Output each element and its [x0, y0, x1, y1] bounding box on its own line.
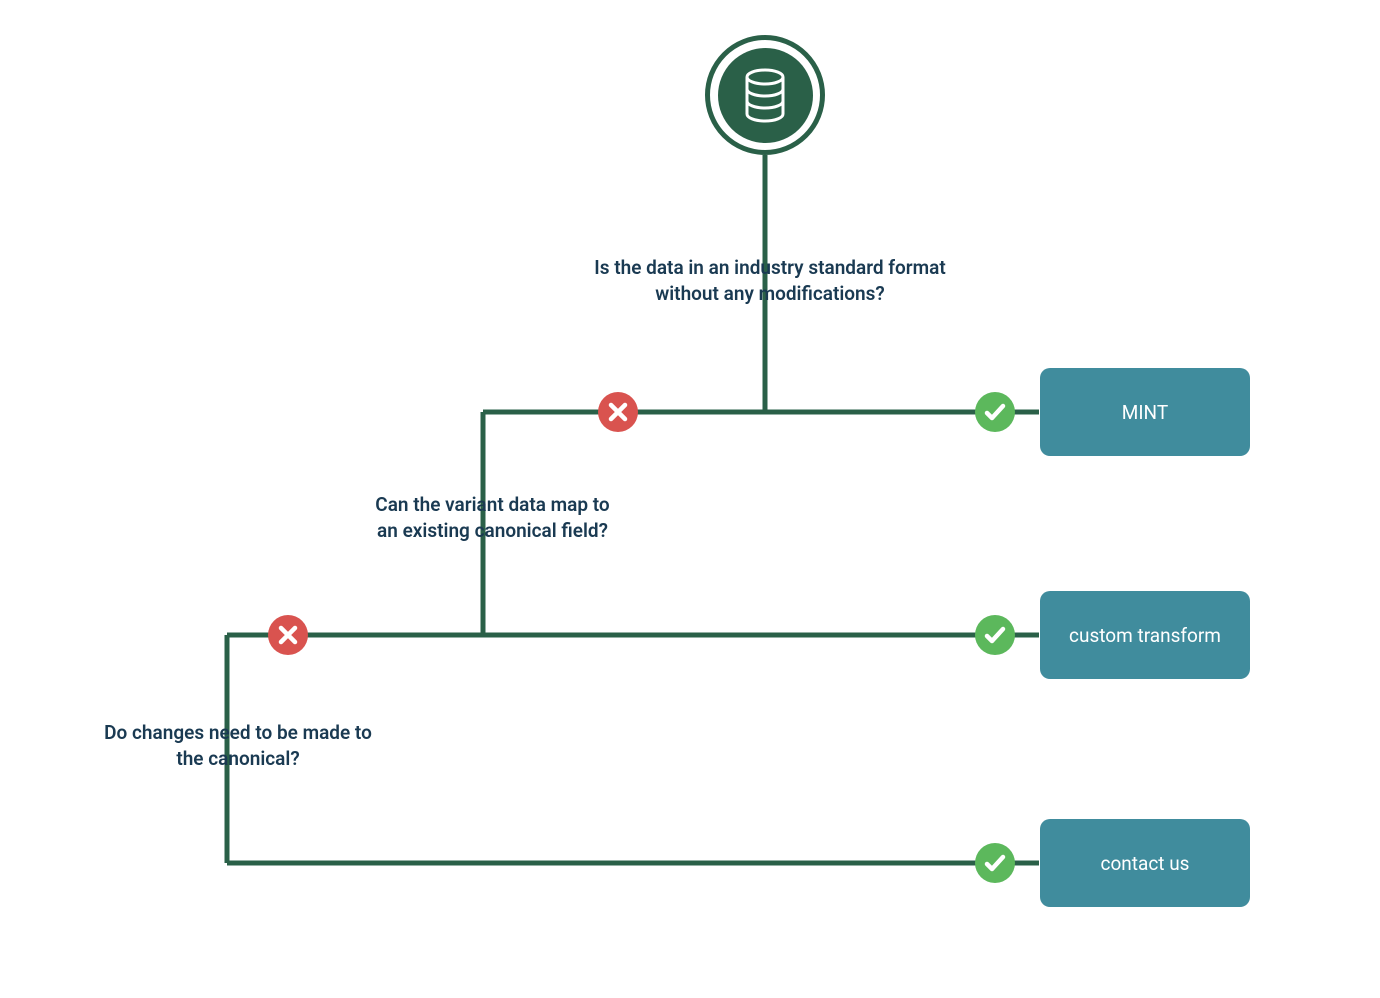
outcome-mint: MINT — [1040, 368, 1250, 456]
start-node — [705, 35, 825, 155]
outcome-contact-us-label: contact us — [1101, 852, 1190, 875]
yes-icon — [975, 615, 1015, 655]
outcome-contact-us: contact us — [1040, 819, 1250, 907]
outcome-custom-transform-label: custom transform — [1069, 624, 1221, 647]
no-icon — [268, 615, 308, 655]
question-q1: Is the data in an industry standard form… — [565, 255, 975, 306]
question-q3: Do changes need to be made to the canoni… — [78, 720, 398, 771]
question-q2: Can the variant data map to an existing … — [345, 492, 640, 543]
outcome-mint-label: MINT — [1122, 401, 1168, 424]
yes-icon — [975, 843, 1015, 883]
yes-icon — [975, 392, 1015, 432]
database-icon — [718, 48, 813, 143]
no-icon — [598, 392, 638, 432]
outcome-custom-transform: custom transform — [1040, 591, 1250, 679]
